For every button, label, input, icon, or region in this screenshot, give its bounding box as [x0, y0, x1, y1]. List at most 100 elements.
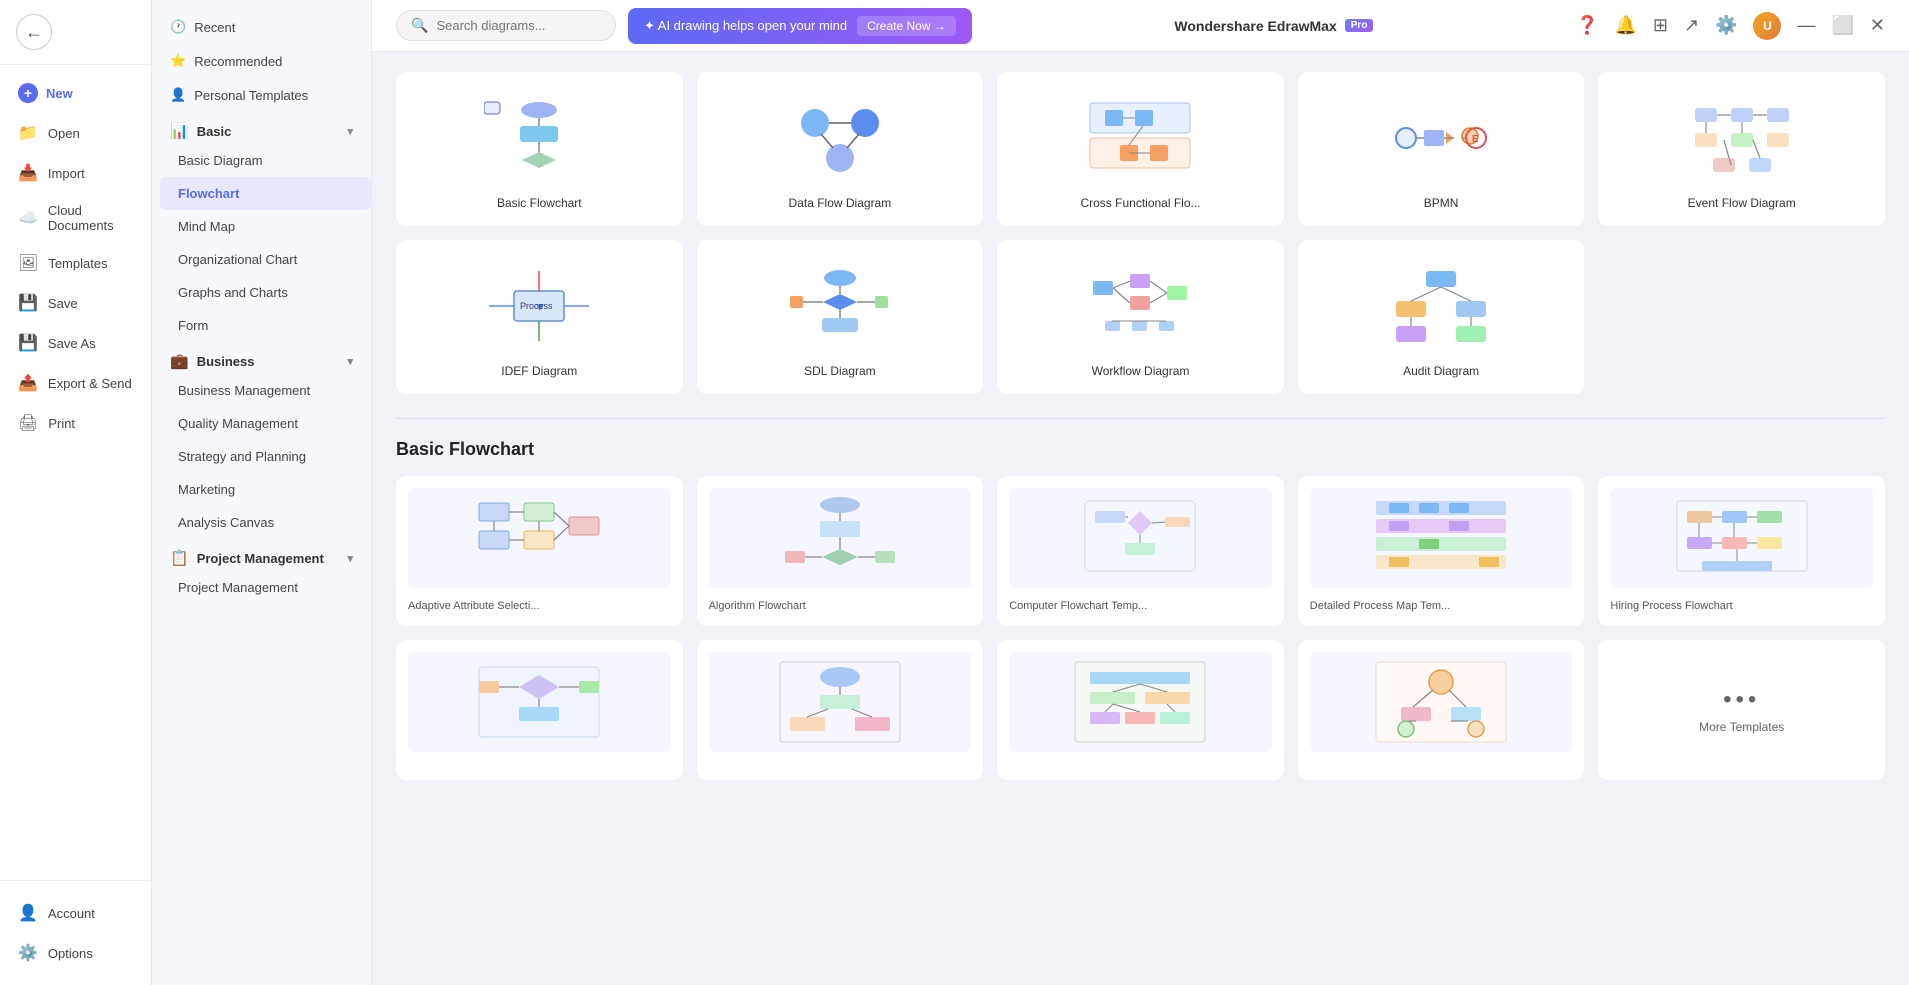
sidebar-item-options-label: Options: [48, 946, 93, 961]
nav-biz-mgmt-label: Business Management: [178, 383, 310, 398]
template-card-algorithm[interactable]: Algorithm Flowchart: [697, 476, 984, 626]
sidebar-left: ← + New 📁 Open 📥 Import ☁️ Cloud Documen…: [0, 0, 152, 985]
sidebar-item-cloud[interactable]: ☁️ Cloud Documents: [0, 193, 151, 243]
diagram-card-idef[interactable]: Process IDEF Diagram: [396, 240, 683, 394]
avatar[interactable]: U: [1753, 12, 1781, 40]
create-now-button[interactable]: Create Now →: [857, 16, 956, 36]
sidebar-item-export[interactable]: 📤 Export & Send: [0, 363, 151, 403]
more-templates-card[interactable]: ••• More Templates: [1598, 640, 1885, 780]
sidebar-item-open[interactable]: 📁 Open: [0, 113, 151, 153]
nav-mind-map-label: Mind Map: [178, 219, 235, 234]
template-card-img-tpl6: [408, 652, 671, 752]
sidebar-item-print[interactable]: 🖨 Print: [0, 403, 151, 443]
nav-quality-mgmt[interactable]: Quality Management: [160, 407, 371, 440]
nav-recent[interactable]: 🕐 Recent: [152, 10, 371, 44]
nav-section-business-label: Business: [197, 354, 255, 369]
basic-chevron-icon: ▾: [347, 125, 353, 138]
app-title: Wondershare EdrawMax: [1174, 18, 1336, 34]
sidebar-item-options[interactable]: ⚙️ Options: [0, 933, 151, 973]
template-card-tpl7[interactable]: [697, 640, 984, 780]
ai-banner[interactable]: ✦ AI drawing helps open your mind Create…: [628, 8, 972, 44]
template-card-label-computer: Computer Flowchart Temp...: [1009, 600, 1147, 612]
sidebar-item-open-label: Open: [48, 126, 80, 141]
diagram-card-event-flow[interactable]: Event Flow Diagram: [1598, 72, 1885, 226]
nav-flowchart[interactable]: Flowchart: [160, 177, 371, 210]
search-input[interactable]: [436, 18, 596, 33]
diagram-card-label-audit: Audit Diagram: [1403, 364, 1479, 378]
sidebar-item-import[interactable]: 📥 Import: [0, 153, 151, 193]
help-icon[interactable]: ❓: [1576, 15, 1598, 36]
nav-panel: 🕐 Recent ⭐ Recommended 👤 Personal Templa…: [152, 0, 372, 985]
nav-section-basic-label: Basic: [197, 124, 232, 139]
nav-marketing[interactable]: Marketing: [160, 473, 371, 506]
template-card-tpl6[interactable]: [396, 640, 683, 780]
basic-section-icon: 📊: [170, 122, 189, 140]
nav-recommended[interactable]: ⭐ Recommended: [152, 44, 371, 78]
nav-section-basic[interactable]: 📊 Basic ▾: [152, 112, 371, 144]
nav-flowchart-label: Flowchart: [178, 186, 239, 201]
back-button[interactable]: ←: [16, 14, 52, 50]
diagram-card-label-bpmn: BPMN: [1424, 196, 1459, 210]
nav-basic-submenu: Basic Diagram Flowchart Mind Map Organiz…: [152, 144, 371, 342]
template-card-detailed[interactable]: Detailed Process Map Tem...: [1298, 476, 1585, 626]
close-icon[interactable]: ✕: [1870, 15, 1885, 36]
share-icon[interactable]: ↗: [1684, 15, 1699, 36]
recent-icon: 🕐: [170, 19, 186, 35]
saveas-icon: 💾: [18, 333, 38, 353]
bell-icon[interactable]: 🔔: [1614, 15, 1636, 36]
sidebar-item-templates[interactable]: 🖼 Templates: [0, 243, 151, 283]
nav-basic-diagram-label: Basic Diagram: [178, 153, 263, 168]
sidebar-back-area: ←: [0, 0, 151, 65]
nav-project-submenu: Project Management: [152, 571, 371, 604]
diagram-type-grid: AI Basic Flowchart: [396, 72, 1885, 394]
template-card-tpl8[interactable]: [997, 640, 1284, 780]
search-bar[interactable]: 🔍: [396, 10, 616, 41]
nav-quality-mgmt-label: Quality Management: [178, 416, 298, 431]
nav-analysis-label: Analysis Canvas: [178, 515, 274, 530]
diagram-card-label-idef: IDEF Diagram: [501, 364, 577, 378]
nav-analysis[interactable]: Analysis Canvas: [160, 506, 371, 539]
topbar-right: ❓ 🔔 ⊞ ↗ ⚙️ U — ⬜ ✕: [1576, 12, 1885, 40]
business-section-icon: 💼: [170, 352, 189, 370]
sidebar-item-export-label: Export & Send: [48, 376, 132, 391]
nav-personal-label: Personal Templates: [194, 88, 308, 103]
nav-form[interactable]: Form: [160, 309, 371, 342]
template-card-label-hiring: Hiring Process Flowchart: [1610, 600, 1732, 612]
template-card-computer[interactable]: Computer Flowchart Temp...: [997, 476, 1284, 626]
import-icon: 📥: [18, 163, 38, 183]
apps-icon[interactable]: ⊞: [1653, 15, 1668, 36]
sidebar-item-import-label: Import: [48, 166, 85, 181]
nav-biz-mgmt[interactable]: Business Management: [160, 374, 371, 407]
nav-personal-templates[interactable]: 👤 Personal Templates: [152, 78, 371, 112]
diagram-card-label-basic-flowchart: Basic Flowchart: [497, 196, 582, 210]
nav-proj-mgmt[interactable]: Project Management: [160, 571, 371, 604]
diagram-card-data-flow[interactable]: Data Flow Diagram: [697, 72, 984, 226]
sidebar-item-account[interactable]: 👤 Account: [0, 893, 151, 933]
minimize-icon[interactable]: —: [1797, 15, 1815, 36]
diagram-card-cross-functional[interactable]: Cross Functional Flo...: [997, 72, 1284, 226]
template-card-adaptive[interactable]: Adaptive Attribute Selecti...: [396, 476, 683, 626]
template-card-tpl9[interactable]: [1298, 640, 1585, 780]
settings-icon[interactable]: ⚙️: [1715, 15, 1737, 36]
template-card-hiring[interactable]: Hiring Process Flowchart: [1598, 476, 1885, 626]
nav-strategy[interactable]: Strategy and Planning: [160, 440, 371, 473]
template-card-img-algorithm: [709, 488, 972, 588]
nav-org-chart[interactable]: Organizational Chart: [160, 243, 371, 276]
diagram-card-img-sdl: [713, 256, 968, 356]
diagram-card-workflow[interactable]: Workflow Diagram: [997, 240, 1284, 394]
sidebar-item-new[interactable]: + New: [0, 73, 151, 113]
maximize-icon[interactable]: ⬜: [1831, 15, 1853, 36]
sidebar-item-save[interactable]: 💾 Save: [0, 283, 151, 323]
diagram-card-img-audit: [1314, 256, 1569, 356]
diagram-card-sdl[interactable]: SDL Diagram: [697, 240, 984, 394]
nav-graphs[interactable]: Graphs and Charts: [160, 276, 371, 309]
diagram-card-bpmn[interactable]: E BPMN: [1298, 72, 1585, 226]
sidebar-item-saveas[interactable]: 💾 Save As: [0, 323, 151, 363]
nav-section-business[interactable]: 💼 Business ▾: [152, 342, 371, 374]
diagram-card-basic-flowchart[interactable]: AI Basic Flowchart: [396, 72, 683, 226]
template-card-img-tpl8: [1009, 652, 1272, 752]
nav-section-project[interactable]: 📋 Project Management ▾: [152, 539, 371, 571]
diagram-card-audit[interactable]: Audit Diagram: [1298, 240, 1585, 394]
nav-mind-map[interactable]: Mind Map: [160, 210, 371, 243]
nav-basic-diagram[interactable]: Basic Diagram: [160, 144, 371, 177]
